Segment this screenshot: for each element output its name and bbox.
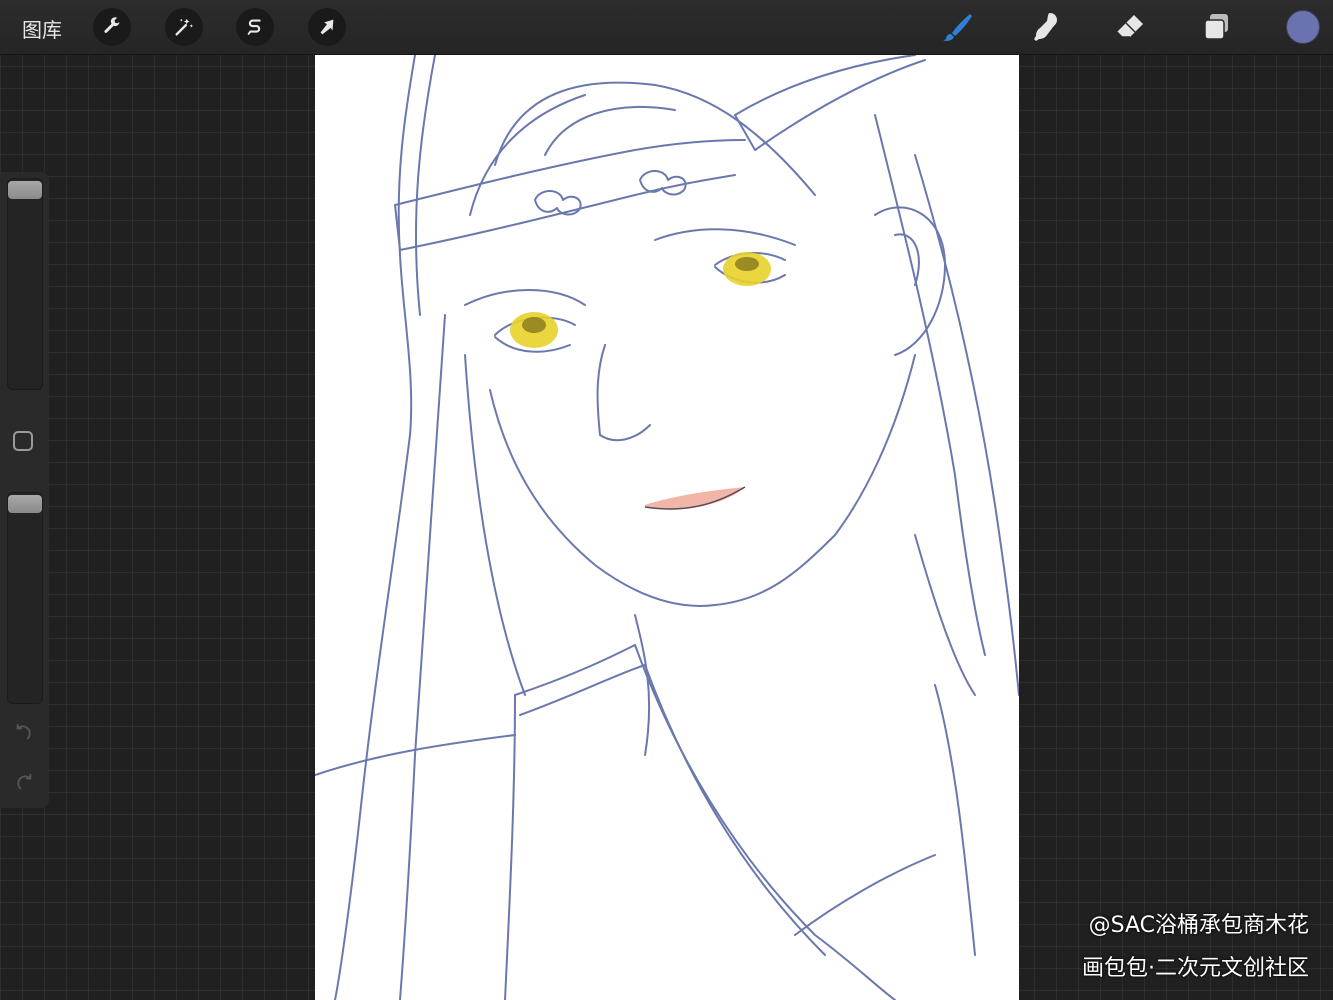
top-toolbar: 图库 [0,0,1333,55]
redo-button[interactable] [12,772,36,796]
redo-icon [17,773,32,790]
gallery-button[interactable]: 图库 [22,14,62,43]
eraser-tool-button[interactable] [1113,10,1147,44]
color-picker-swatch[interactable] [1286,10,1320,44]
layers-button[interactable] [1200,10,1234,44]
adjustments-button[interactable] [165,8,203,46]
undo-icon [16,723,31,740]
brush-icon [943,14,972,41]
brush-size-thumb[interactable] [8,181,42,199]
left-sidebar [0,172,49,808]
magic-wand-icon [175,18,193,36]
undo-button[interactable] [12,722,36,746]
brush-tool-button[interactable] [940,10,974,44]
wrench-icon [104,17,120,33]
transform-button[interactable] [308,8,346,46]
layers-icon [1204,14,1228,40]
portrait-sketch [315,55,1019,1000]
opacity-slider[interactable] [7,492,43,704]
modify-square-button[interactable] [13,431,33,451]
drawing-canvas[interactable] [315,55,1019,1000]
smudge-tool-button[interactable] [1027,10,1061,44]
selection-s-icon [247,19,261,35]
opacity-thumb[interactable] [8,495,42,513]
selection-button[interactable] [236,8,274,46]
eraser-icon [1116,15,1143,38]
actions-button[interactable] [93,8,131,46]
watermark-site: 画包包·二次元文创社区 [1082,956,1309,981]
smudge-finger-icon [1034,13,1057,41]
watermark-author: @SAC浴桶承包商木花 [1088,913,1309,938]
arrow-cursor-icon [320,19,334,35]
brush-size-slider[interactable] [7,178,43,390]
